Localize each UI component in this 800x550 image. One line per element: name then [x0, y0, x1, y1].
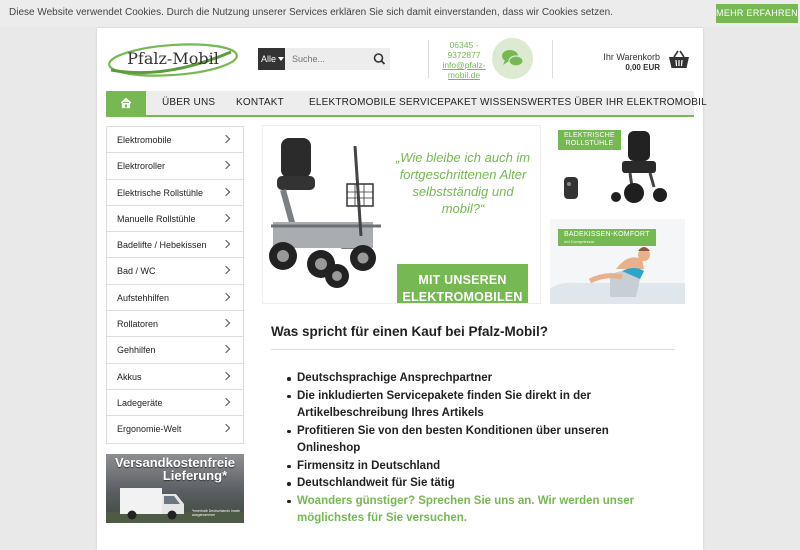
- header-divider: [428, 40, 429, 78]
- sidebar-item-akkus[interactable]: Akkus: [107, 364, 243, 390]
- sidebar-item-label: Rollatoren: [117, 319, 159, 330]
- sidebar-item-label: Elektrische Rollstühle: [117, 187, 204, 198]
- banner-tag-line: ROLLSTÜHLE: [565, 140, 614, 147]
- sidebar-item-gehhilfen[interactable]: Gehhilfen: [107, 337, 243, 364]
- sidebar-item-label: Gehhilfen: [117, 345, 156, 356]
- feature-item: Die inkludierten Servicepakete finden Si…: [286, 388, 656, 423]
- chevron-right-icon: [221, 424, 231, 433]
- nav-home-button[interactable]: [106, 91, 146, 115]
- nav-item-wissenswertes[interactable]: WISSENSWERTES ÜBER IHR ELEKTROMOBIL: [480, 91, 707, 115]
- search-button[interactable]: [369, 48, 390, 70]
- sidebar-item-elektromobile[interactable]: Elektromobile: [107, 127, 243, 154]
- chevron-right-icon: [221, 292, 231, 302]
- sidebar-item-label: Badelifte / Hebekissen: [117, 240, 207, 251]
- chevron-right-icon: [221, 397, 231, 407]
- hero-banner-elektromobile[interactable]: „Wie bleibe ich auch im fortgeschrittene…: [262, 125, 541, 304]
- feature-list: Deutschsprachige Ansprechpartner Die ink…: [286, 370, 656, 528]
- wheelchair-banner-tag: ELEKTRISCHE ROLLSTÜHLE: [558, 130, 621, 150]
- search-input[interactable]: [285, 48, 369, 70]
- cookie-more-info-button[interactable]: MEHR ERFAHREN: [716, 4, 798, 23]
- bath-banner-tag: BADEKISSEN-KOMFORT mit Kompressor: [558, 229, 656, 246]
- contact-info: 06345 - 9372877 info@pfalz-mobil.de: [441, 40, 487, 80]
- search-category-label: Alle: [261, 54, 277, 64]
- chevron-right-icon: [221, 213, 231, 223]
- sidebar-item-ergonomie-welt[interactable]: Ergonomie-Welt: [107, 416, 243, 442]
- chevron-right-icon: [221, 134, 231, 144]
- sidebar-item-badelifte[interactable]: Badelifte / Hebekissen: [107, 232, 243, 259]
- nav-item-servicepaket[interactable]: ELEKTROMOBILE SERVICEPAKET: [309, 91, 477, 115]
- contact-email-link[interactable]: info@pfalz-mobil.de: [442, 60, 485, 80]
- chevron-right-icon: [221, 318, 231, 328]
- scooter-image-icon: [269, 138, 381, 288]
- sidebar-item-elektrische-rollstuehle[interactable]: Elektrische Rollstühle: [107, 180, 243, 206]
- feature-item: Deutschlandweit für Sie tätig: [286, 475, 656, 493]
- page-container: Pfalz-Mobil Alle 06345 - 9372877 info@pf…: [97, 28, 707, 550]
- sidebar-item-aufstehhilfen[interactable]: Aufstehhilfen: [107, 285, 243, 312]
- chevron-right-icon: [221, 187, 231, 196]
- basket-icon[interactable]: [668, 50, 690, 70]
- sidebar-item-label: Elektromobile: [117, 135, 172, 145]
- hero-quote: „Wie bleibe ich auch im fortgeschrittene…: [395, 150, 531, 216]
- sidebar-item-label: Bad / WC: [117, 266, 156, 277]
- content-divider: [271, 349, 675, 350]
- header-divider: [552, 40, 553, 78]
- sidebar-item-bad-wc[interactable]: Bad / WC: [107, 258, 243, 285]
- cookie-bar: Diese Website verwendet Cookies. Durch d…: [0, 0, 800, 27]
- feature-item: Firmensitz in Deutschland: [286, 458, 656, 476]
- cart-label[interactable]: Ihr Warenkorb: [582, 52, 660, 62]
- category-sidebar: Elektromobile Elektroroller Elektrische …: [106, 126, 244, 444]
- chevron-right-icon: [221, 345, 231, 354]
- cart-total[interactable]: 0,00 EUR: [582, 63, 660, 72]
- content-title: Was spricht für einen Kauf bei Pfalz-Mob…: [271, 324, 549, 339]
- home-icon: [120, 97, 132, 109]
- main-nav: ÜBER UNS KONTAKT ELEKTROMOBILE SERVICEPA…: [106, 91, 707, 117]
- logo[interactable]: Pfalz-Mobil: [105, 40, 241, 80]
- feature-item: Profitieren Sie von den besten Kondition…: [286, 423, 656, 458]
- sidebar-item-label: Elektroroller: [117, 161, 166, 172]
- feature-item: Deutschsprachige Ansprechpartner: [286, 370, 656, 388]
- sidebar-item-rollatoren[interactable]: Rollatoren: [107, 311, 243, 338]
- sidebar-item-label: Aufstehhilfen: [117, 292, 170, 303]
- free-shipping-note: *innerhalb Deutschlands Inseln ausgenomm…: [192, 509, 241, 517]
- free-shipping-banner[interactable]: Versandkostenfreie Lieferung* *innerhalb…: [106, 454, 244, 523]
- sidebar-item-manuelle-rollstuehle[interactable]: Manuelle Rollstühle: [107, 206, 243, 233]
- hero-cta-button[interactable]: MIT UNSEREN ELEKTROMOBILEN: [397, 264, 528, 304]
- hero-cta-line: MIT UNSEREN: [418, 273, 507, 287]
- sidebar-item-label: Akkus: [117, 371, 142, 382]
- search-category-dropdown[interactable]: Alle: [258, 48, 285, 70]
- search-icon: [373, 53, 386, 65]
- sidebar-item-elektroroller[interactable]: Elektroroller: [107, 153, 243, 180]
- chevron-right-icon: [221, 266, 231, 275]
- caret-down-icon: [278, 57, 285, 61]
- logo-text: Pfalz-Mobil: [127, 49, 219, 68]
- chat-icon: [502, 50, 524, 67]
- chevron-right-icon: [221, 239, 231, 249]
- sidebar-item-ladegeraete[interactable]: Ladegeräte: [107, 390, 243, 417]
- hero-cta-line: ELEKTROMOBILEN: [402, 290, 523, 304]
- chat-button[interactable]: [492, 38, 533, 79]
- banner-elektrische-rollstuehle[interactable]: ELEKTRISCHE ROLLSTÜHLE: [550, 125, 685, 210]
- contact-phone[interactable]: 06345 - 9372877: [441, 40, 487, 60]
- sidebar-item-label: Manuelle Rollstühle: [117, 213, 196, 224]
- chevron-right-icon: [221, 371, 231, 380]
- feature-item-highlight: Woanders günstiger? Sprechen Sie uns an.…: [286, 493, 656, 528]
- banner-tag-line: ELEKTRISCHE: [564, 132, 615, 139]
- nav-item-kontakt[interactable]: KONTAKT: [236, 91, 284, 115]
- nav-item-ueber-uns[interactable]: ÜBER UNS: [162, 91, 215, 115]
- banner-tag-subline: mit Kompressor: [564, 239, 595, 244]
- cookie-notice-text: Diese Website verwendet Cookies. Durch d…: [9, 7, 613, 18]
- banner-badekissen-komfort[interactable]: BADEKISSEN-KOMFORT mit Kompressor: [550, 219, 685, 304]
- sidebar-item-label: Ladegeräte: [117, 397, 163, 408]
- search-bar: Alle: [258, 48, 390, 70]
- chevron-right-icon: [221, 161, 231, 170]
- sidebar-item-label: Ergonomie-Welt: [117, 424, 182, 435]
- banner-tag-line: BADEKISSEN-KOMFORT: [564, 231, 650, 238]
